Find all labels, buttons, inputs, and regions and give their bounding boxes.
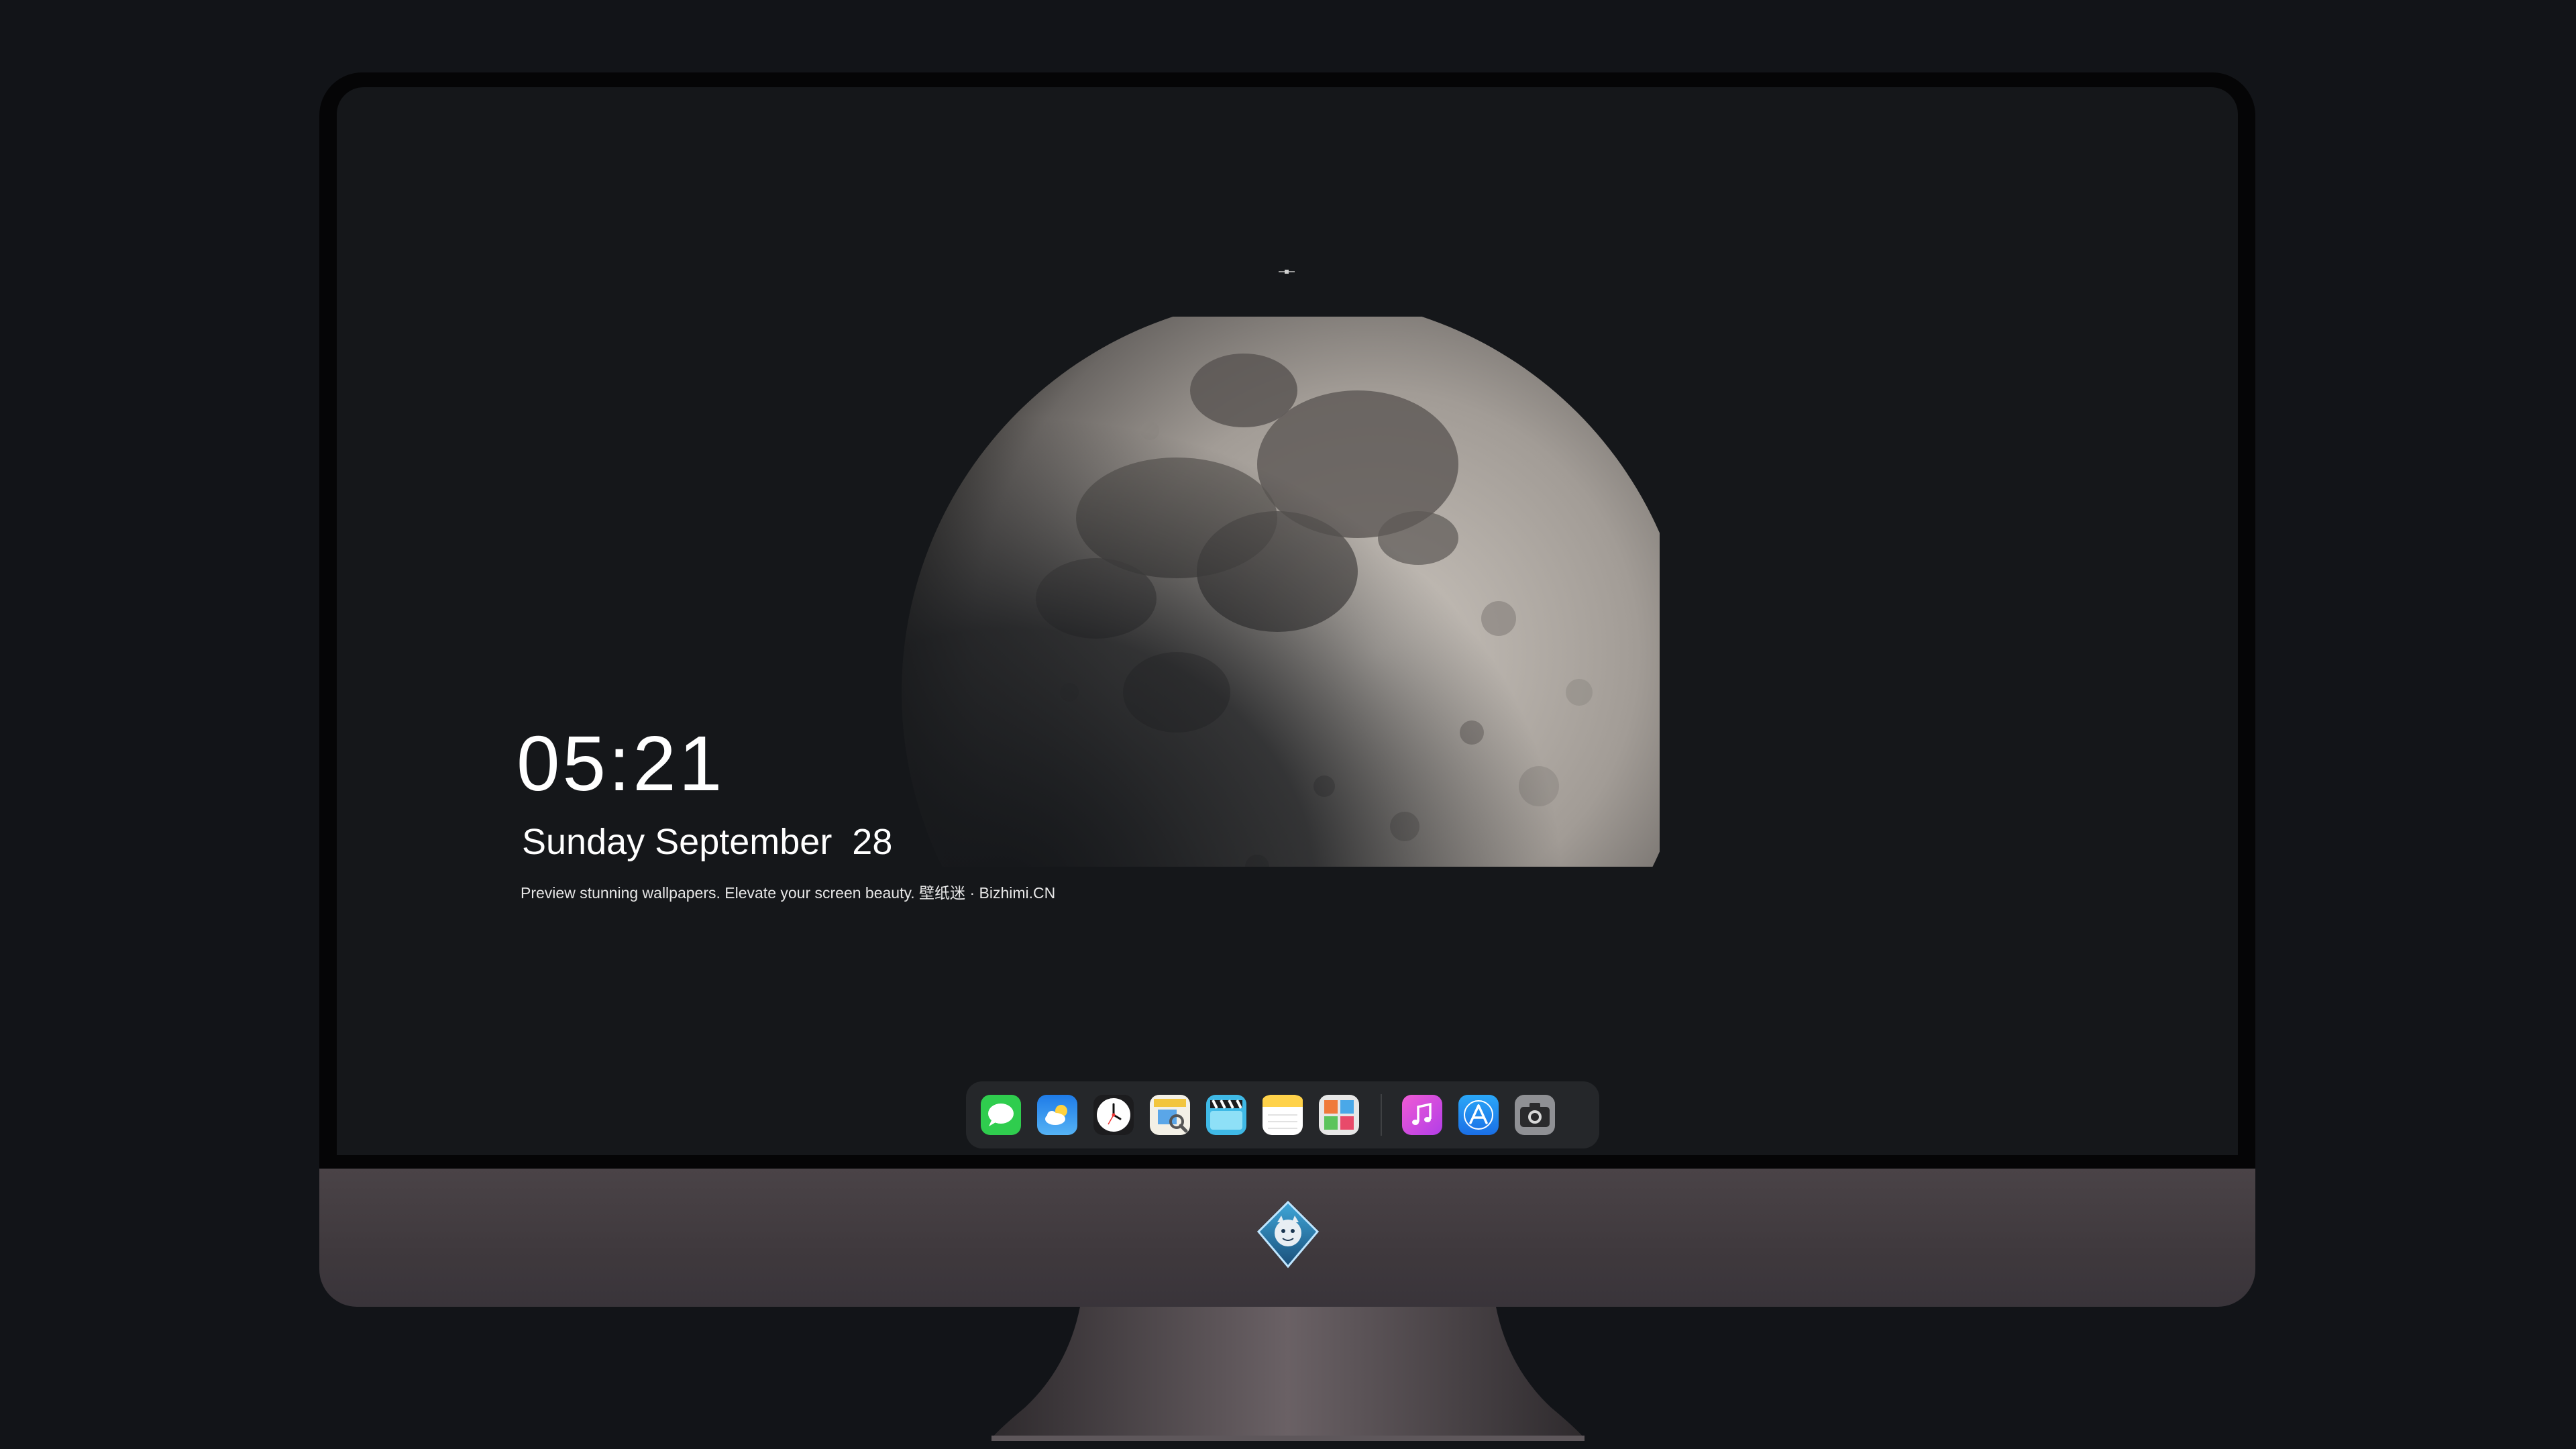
- weather-icon: [1037, 1095, 1077, 1135]
- app-store-icon: [1458, 1095, 1499, 1135]
- lockscreen-tagline: Preview stunning wallpapers. Elevate you…: [521, 884, 1056, 902]
- brand-logo-icon: [1256, 1200, 1320, 1269]
- dock-item-preview[interactable]: [1150, 1095, 1190, 1135]
- notes-icon: [1263, 1095, 1303, 1135]
- lockscreen-date: Sunday September 28: [522, 822, 893, 862]
- camera-icon: [1515, 1095, 1555, 1135]
- dock-separator: [1381, 1094, 1382, 1136]
- satellite-icon: [1279, 270, 1295, 274]
- itunes-icon: [1402, 1095, 1442, 1135]
- dock-item-messages[interactable]: [981, 1095, 1021, 1135]
- dock-item-camera[interactable]: [1515, 1095, 1555, 1135]
- dock-item-app-store[interactable]: [1458, 1095, 1499, 1135]
- monitor-stand: [991, 1307, 1585, 1441]
- clock-icon: [1093, 1095, 1134, 1135]
- dock-item-clips[interactable]: [1206, 1095, 1246, 1135]
- dock-item-notes[interactable]: [1263, 1095, 1303, 1135]
- desktop-stage: 05:21 Sunday September 28 Preview stunni…: [0, 0, 2576, 1449]
- photo-booth-icon: [1319, 1095, 1359, 1135]
- dock-item-clock[interactable]: [1093, 1095, 1134, 1135]
- dock-item-photo-booth[interactable]: [1319, 1095, 1359, 1135]
- dock-item-weather[interactable]: [1037, 1095, 1077, 1135]
- preview-icon: [1150, 1095, 1190, 1135]
- dock: [966, 1081, 1599, 1148]
- clips-icon: [1206, 1095, 1246, 1135]
- lockscreen-clock: 05:21: [517, 720, 725, 807]
- dock-item-itunes[interactable]: [1402, 1095, 1442, 1135]
- messages-icon: [981, 1095, 1021, 1135]
